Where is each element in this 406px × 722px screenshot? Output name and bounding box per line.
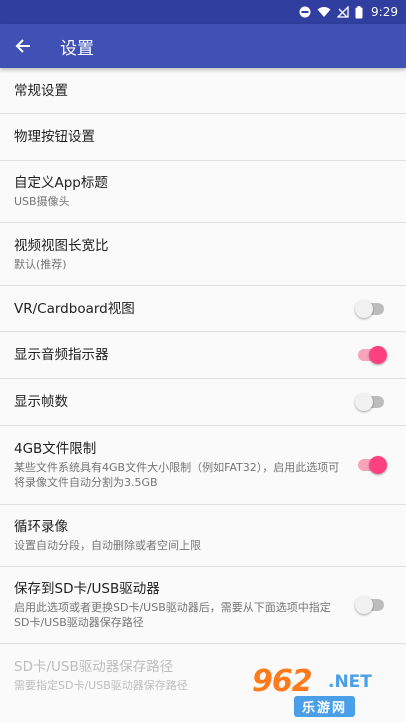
wifi-icon [317, 7, 331, 17]
setting-subtitle: USB摄像头 [14, 195, 70, 208]
toggle-knob [369, 456, 387, 474]
setting-4gb-limit[interactable]: 4GB文件限制 某些文件系统具有4GB文件大小限制（例如FAT32），启用此选项… [0, 426, 406, 505]
battery-icon [355, 5, 363, 18]
setting-audio-indicator[interactable]: 显示音频指示器 [0, 332, 406, 379]
setting-physical-buttons[interactable]: 物理按钮设置 [0, 114, 406, 161]
setting-title: VR/Cardboard视图 [14, 300, 135, 317]
setting-title: 4GB文件限制 [14, 441, 97, 457]
setting-title: 显示音频指示器 [14, 347, 109, 363]
setting-title: 循环录像 [14, 519, 68, 535]
setting-subtitle: 启用此选项或者更换SD卡/USB驱动器后，需要从下面选项中指定SD卡/USB驱动… [14, 601, 331, 629]
setting-loop-recording[interactable]: 循环录像 设置自动分段，自动删除或者空间上限 [0, 505, 406, 567]
setting-subtitle: 某些文件系统具有4GB文件大小限制（例如FAT32），启用此选项可将录像文件自动… [14, 461, 340, 489]
setting-vr-view[interactable]: VR/Cardboard视图 [0, 286, 406, 332]
watermark-number: 962 [252, 664, 313, 699]
vr-view-toggle[interactable] [355, 299, 384, 318]
setting-title: 视频视图长宽比 [14, 237, 109, 254]
settings-list: 常规设置 物理按钮设置 自定义App标题 USB摄像头 视频视图长宽比 默认(推… [0, 68, 406, 706]
setting-subtitle: 默认(推荐) [14, 257, 67, 271]
setting-aspect-ratio[interactable]: 视频视图长宽比 默认(推荐) [0, 223, 406, 286]
4gb-limit-toggle[interactable] [358, 456, 387, 474]
setting-save-to-sd[interactable]: 保存到SD卡/USB驱动器 启用此选项或者更换SD卡/USB驱动器后，需要从下面… [0, 567, 406, 644]
page-title: 设置 [60, 38, 94, 59]
site-watermark-logo: 962 .NET 乐游网 [250, 664, 400, 717]
setting-title: 保存到SD卡/USB驱动器 [14, 581, 160, 597]
no-signal-icon [337, 6, 349, 18]
setting-title: 自定义App标题 [14, 175, 108, 191]
setting-title: 常规设置 [14, 82, 68, 99]
watermark-net: .NET [328, 672, 372, 692]
save-to-sd-toggle[interactable] [355, 596, 384, 614]
setting-subtitle: 设置自动分段，自动删除或者空间上限 [14, 539, 201, 552]
show-fps-toggle[interactable] [355, 393, 384, 411]
setting-title: 显示帧数 [14, 394, 68, 410]
do-not-disturb-icon [299, 6, 311, 18]
audio-indicator-toggle[interactable] [358, 346, 387, 364]
setting-general[interactable]: 常规设置 [0, 68, 406, 114]
setting-show-fps[interactable]: 显示帧数 [0, 379, 406, 426]
status-bar: 9:29 [0, 0, 406, 24]
toggle-knob [355, 299, 373, 318]
app-bar: 设置 [0, 24, 406, 68]
toggle-knob [355, 596, 373, 614]
back-button[interactable] [0, 24, 46, 68]
back-arrow-icon [15, 39, 30, 53]
toggle-knob [369, 346, 387, 364]
watermark-cn: 乐游网 [294, 696, 356, 717]
setting-custom-app-title[interactable]: 自定义App标题 USB摄像头 [0, 161, 406, 223]
toggle-knob [355, 393, 373, 411]
setting-title: 物理按钮设置 [14, 129, 95, 145]
status-time: 9:29 [371, 5, 398, 19]
